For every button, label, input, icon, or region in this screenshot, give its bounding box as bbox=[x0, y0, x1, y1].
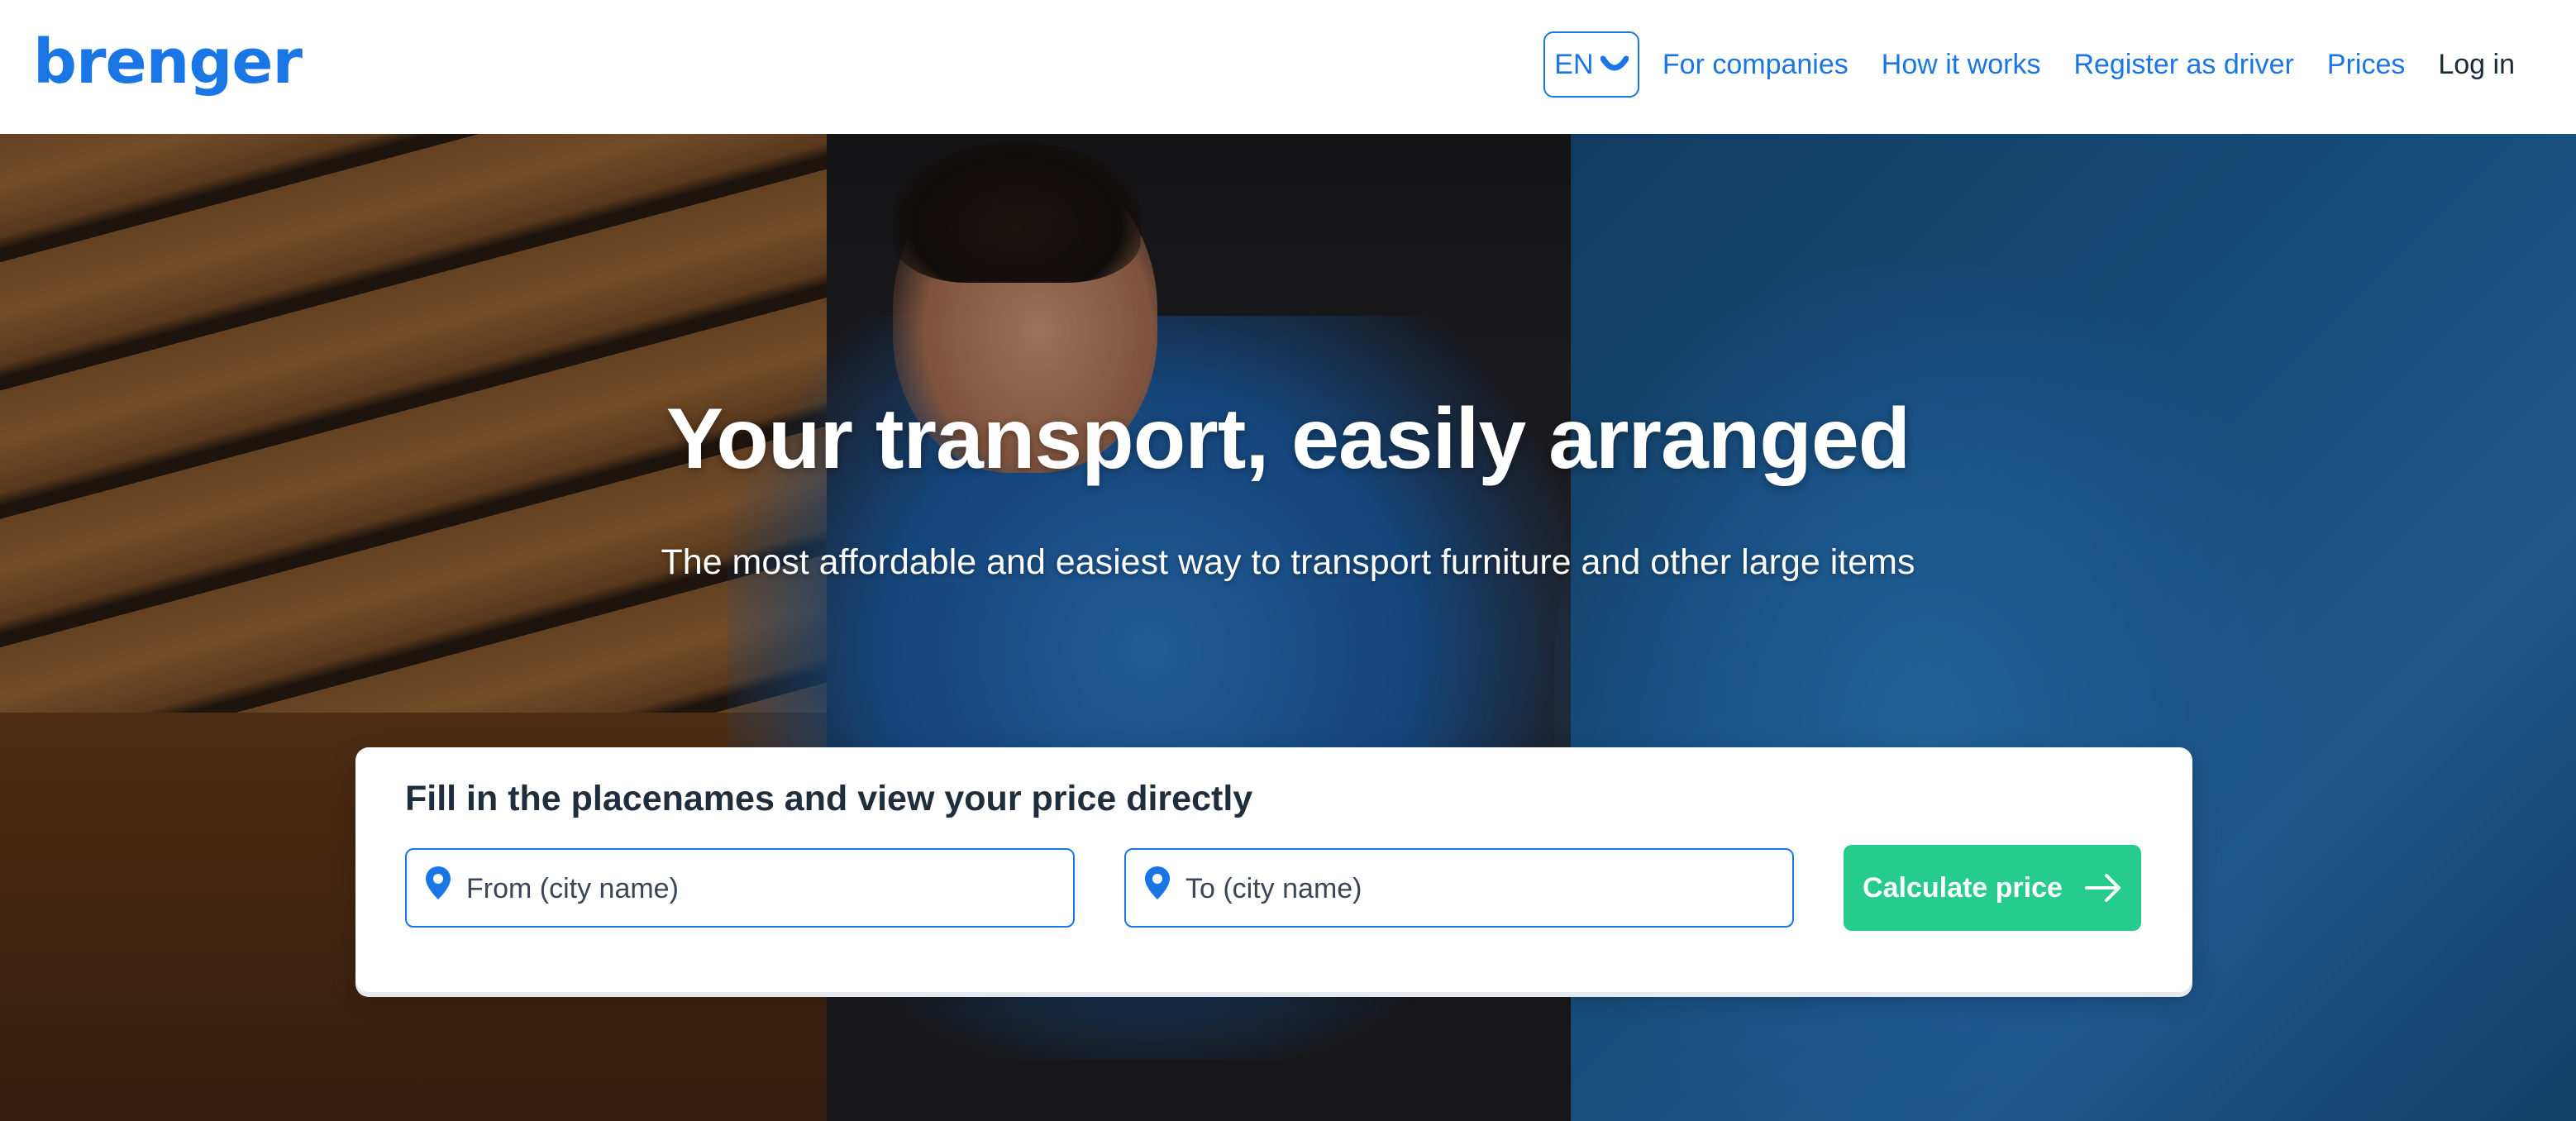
from-city-input[interactable]: From (city name) bbox=[405, 848, 1075, 928]
calculate-price-label: Calculate price bbox=[1863, 871, 2063, 904]
chevron-down-icon bbox=[1600, 55, 1629, 71]
nav-link-how-it-works[interactable]: How it works bbox=[1882, 49, 2041, 81]
nav-link-log-in[interactable]: Log in bbox=[2438, 49, 2515, 81]
from-city-placeholder: From (city name) bbox=[466, 873, 679, 904]
to-city-input[interactable]: To (city name) bbox=[1124, 848, 1794, 928]
search-card-title: Fill in the placenames and view your pri… bbox=[405, 779, 1253, 818]
language-selector[interactable]: EN bbox=[1543, 31, 1639, 98]
nav-link-register-as-driver[interactable]: Register as driver bbox=[2073, 49, 2293, 81]
price-search-card: Fill in the placenames and view your pri… bbox=[355, 747, 2192, 992]
to-city-placeholder: To (city name) bbox=[1185, 873, 1362, 904]
main-navigation: EN For companies How it works Register a… bbox=[1543, 31, 2515, 98]
language-label: EN bbox=[1554, 48, 1594, 80]
arrow-right-icon bbox=[2084, 874, 2120, 902]
hero-title: Your transport, easily arranged bbox=[665, 391, 1911, 487]
hero-section: Your transport, easily arranged The most… bbox=[0, 134, 2576, 1121]
brenger-logo[interactable]: brenger bbox=[33, 25, 303, 99]
site-header: brenger EN For companies How it works Re… bbox=[0, 0, 2576, 134]
nav-link-prices[interactable]: Prices bbox=[2327, 49, 2405, 81]
calculate-price-button[interactable]: Calculate price bbox=[1844, 845, 2141, 931]
map-pin-icon bbox=[1145, 866, 1170, 899]
hero-subtitle: The most affordable and easiest way to t… bbox=[661, 542, 1915, 582]
map-pin-icon bbox=[426, 866, 451, 899]
nav-link-for-companies[interactable]: For companies bbox=[1662, 49, 1849, 81]
